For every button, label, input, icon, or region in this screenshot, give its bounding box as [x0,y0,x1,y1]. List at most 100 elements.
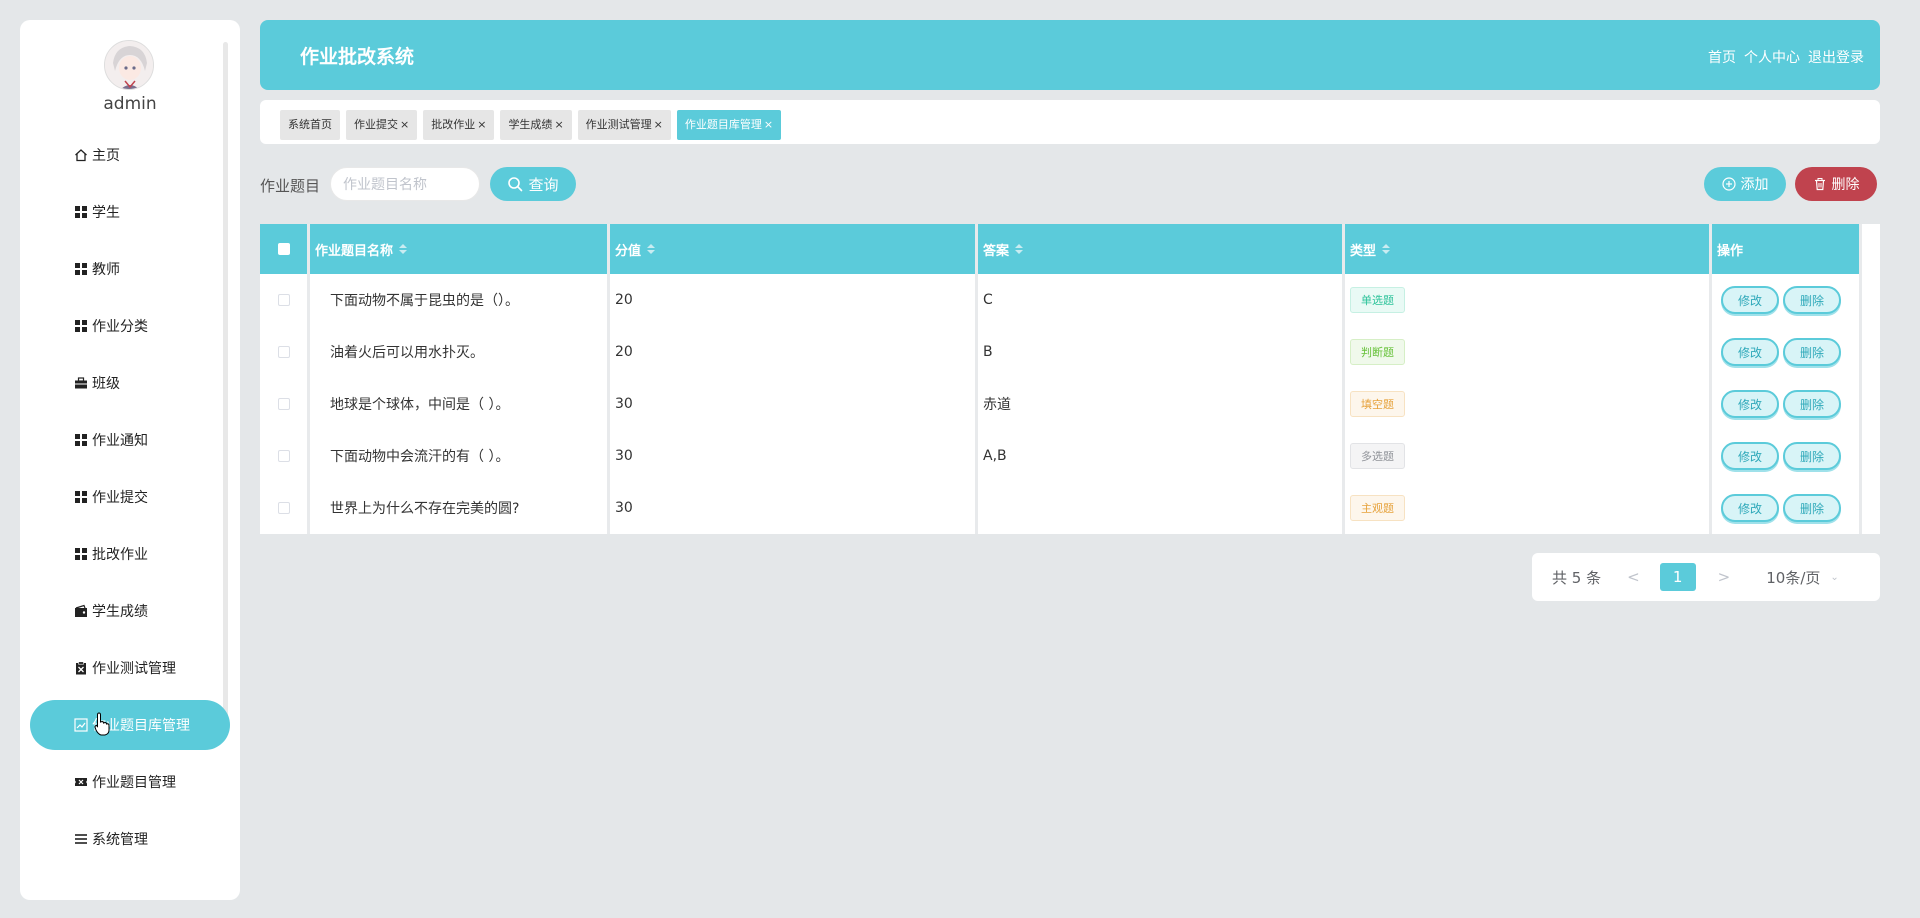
row-delete-button[interactable]: 删除 [1783,390,1841,418]
answer-cell [978,482,1345,534]
sidebar-item-label: 班级 [92,376,120,392]
score-cell: 30 [610,378,978,430]
page-size-select[interactable]: 10条/页 ⌄ [1766,567,1839,588]
mouse-pointer-icon [94,712,110,736]
scrollbar-track [1862,482,1880,534]
row-checkbox[interactable] [277,502,290,514]
grid-icon [74,205,88,219]
sidebar-item[interactable]: 批改作业 [30,529,230,579]
column-header-name[interactable]: 作业题目名称 [310,224,610,274]
edit-button[interactable]: 修改 [1721,338,1779,366]
page-size-label: 10条/页 [1766,568,1821,587]
row-checkbox[interactable] [277,450,290,462]
sidebar-item-label: 主页 [92,148,120,164]
page-number-button[interactable]: 1 [1659,563,1696,591]
clipboard-icon [74,661,88,675]
questions-table: 作业题目名称 分值 答案 类型 操作 下面动物不属于昆虫的是（）。 20 C 单… [260,224,1880,534]
sidebar: admin 主页学生教师作业分类班级作业通知作业提交批改作业学生成绩作业测试管理… [20,20,240,900]
row-delete-button[interactable]: 删除 [1783,494,1841,522]
row-checkbox[interactable] [277,346,290,358]
column-header-score[interactable]: 分值 [610,224,978,274]
row-select-cell [260,482,310,534]
tab-label: 作业测试管理 [585,118,652,131]
tab[interactable]: 作业测试管理 × [577,110,671,140]
sort-icon[interactable] [399,244,408,254]
query-button[interactable]: 查询 [490,167,576,201]
username: admin [103,94,157,114]
sidebar-item[interactable]: 作业题目管理 [30,757,230,807]
column-header-label: 答案 [983,243,1010,259]
sidebar-item-label: 作业测试管理 [92,661,176,677]
sidebar-item[interactable]: 作业题目库管理 [30,700,230,750]
close-icon[interactable]: × [654,110,663,140]
sidebar-item[interactable]: 教师 [30,244,230,294]
search-input[interactable] [330,167,480,201]
row-delete-button[interactable]: 删除 [1783,338,1841,366]
row-delete-button[interactable]: 删除 [1783,286,1841,314]
row-checkbox[interactable] [277,398,290,410]
sidebar-item[interactable]: 学生 [30,187,230,237]
add-button[interactable]: 添加 [1704,167,1786,201]
row-select-cell [260,274,310,326]
edit-button[interactable]: 修改 [1721,390,1779,418]
query-label: 查询 [528,175,559,194]
edit-button[interactable]: 修改 [1721,494,1779,522]
question-name-cell: 地球是个球体，中间是（ ）。 [310,378,610,430]
question-name-cell: 世界上为什么不存在完美的圆? [310,482,610,534]
tab[interactable]: 批改作业 × [423,110,495,140]
tab-label: 学生成绩 [508,118,553,131]
sidebar-item-label: 作业提交 [92,490,148,506]
batch-delete-button[interactable]: 删除 [1795,167,1877,201]
home-link[interactable]: 首页 [1708,47,1736,67]
delete-label: 删除 [1831,177,1860,193]
logout-link[interactable]: 退出登录 [1808,47,1864,67]
select-all-checkbox[interactable] [277,243,290,255]
wallet-icon [74,604,88,618]
sidebar-item[interactable]: 学生成绩 [30,586,230,636]
grid-icon [74,433,88,447]
column-header-label: 作业题目名称 [315,243,394,259]
edit-button[interactable]: 修改 [1721,286,1779,314]
sidebar-item[interactable]: 班级 [30,358,230,408]
avatar[interactable] [104,40,154,90]
scrollbar-track [1862,378,1880,430]
sidebar-item[interactable]: 主页 [30,130,230,180]
column-header-type[interactable]: 类型 [1345,224,1712,274]
grid-icon [74,262,88,276]
sidebar-item[interactable]: 作业测试管理 [30,643,230,693]
score-cell: 20 [610,274,978,326]
close-icon[interactable]: × [400,110,409,140]
close-icon[interactable]: × [477,110,486,140]
close-icon[interactable]: × [554,110,563,140]
next-page-icon[interactable]: > [1718,568,1731,586]
question-name-cell: 下面动物中会流汗的有（ ）。 [310,430,610,482]
tab[interactable]: 系统首页 [280,110,340,140]
close-icon[interactable]: × [764,110,773,140]
type-tag: 单选题 [1350,287,1405,313]
table-scrollbar[interactable] [1862,224,1880,274]
scrollbar-track [1862,430,1880,482]
tab[interactable]: 作业题目库管理 × [676,110,782,140]
sidebar-item[interactable]: 作业提交 [30,472,230,522]
tab[interactable]: 学生成绩 × [500,110,572,140]
sort-icon[interactable] [1015,244,1024,254]
sidebar-item-label: 批改作业 [92,547,148,563]
edit-button[interactable]: 修改 [1721,442,1779,470]
sidebar-item[interactable]: 作业分类 [30,301,230,351]
sidebar-item[interactable]: 作业通知 [30,415,230,465]
home-icon [74,148,88,162]
actions-cell: 修改 删除 [1712,274,1862,326]
tab[interactable]: 作业提交 × [346,110,418,140]
sidebar-item-label: 系统管理 [92,832,148,848]
row-checkbox[interactable] [277,294,290,306]
sidebar-item[interactable]: 系统管理 [30,814,230,864]
row-delete-button[interactable]: 删除 [1783,442,1841,470]
sort-icon[interactable] [1382,244,1391,254]
score-cell: 30 [610,430,978,482]
profile-link[interactable]: 个人中心 [1744,47,1800,67]
sidebar-item-label: 教师 [92,262,120,278]
prev-page-icon[interactable]: < [1627,568,1640,586]
grid-icon [74,319,88,333]
sort-icon[interactable] [647,244,656,254]
column-header-answer[interactable]: 答案 [978,224,1345,274]
